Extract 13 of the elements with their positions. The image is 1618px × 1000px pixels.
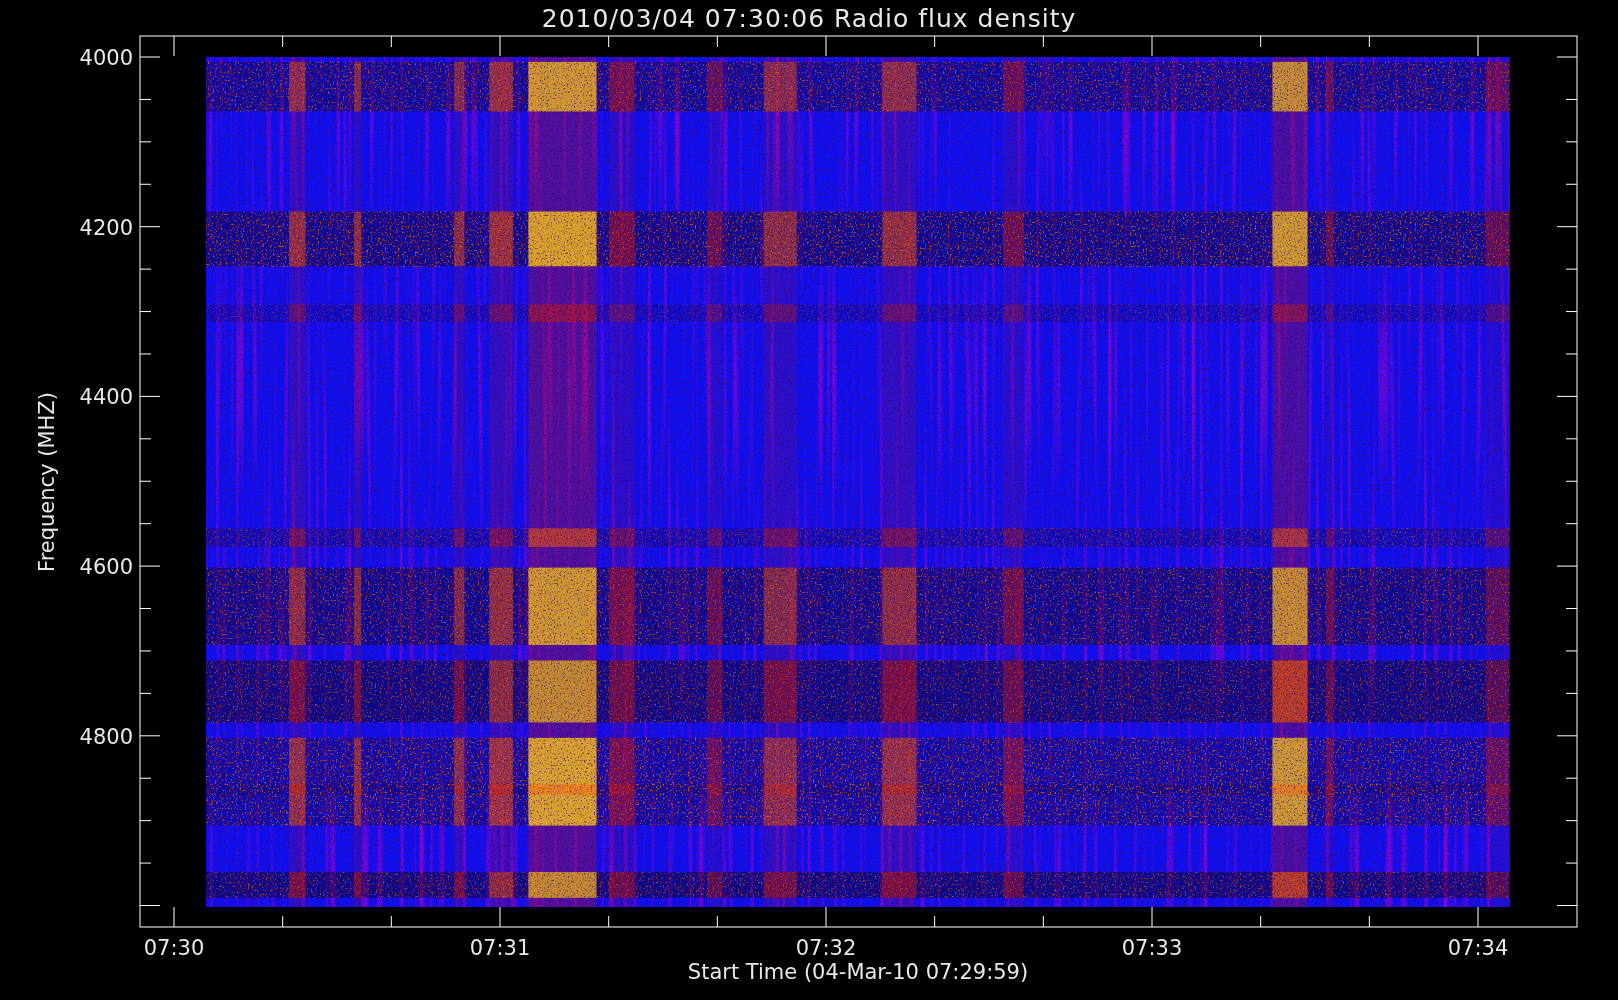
x-tick-label: 07:30 [143, 936, 205, 960]
y-tick-label: 4200 [79, 215, 133, 240]
x-tick-label: 07:34 [1447, 936, 1509, 960]
x-tick-label: 07:31 [469, 936, 531, 960]
plot-title: 2010/03/04 07:30:06 Radio flux density [541, 4, 1077, 34]
x-axis-label: Start Time (04-Mar-10 07:29:59) [687, 960, 1029, 984]
x-tick-label: 07:32 [795, 936, 857, 960]
y-axis-label: Frequency (MHZ) [35, 392, 59, 572]
y-tick-label: 4400 [79, 385, 133, 410]
x-tick-label: 07:33 [1121, 936, 1183, 960]
y-tick-label: 4000 [79, 46, 133, 70]
y-tick-label: 4600 [79, 555, 133, 580]
y-tick-label: 4800 [79, 724, 133, 749]
